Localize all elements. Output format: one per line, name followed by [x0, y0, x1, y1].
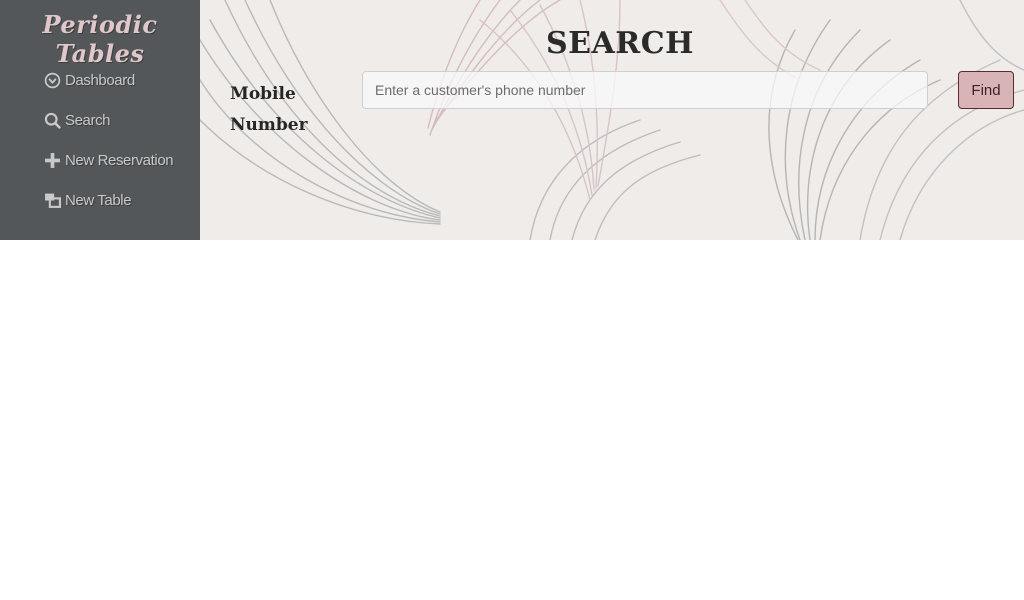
search-icon: [43, 111, 61, 129]
phone-number-input[interactable]: [362, 71, 928, 109]
find-button[interactable]: Find: [958, 71, 1014, 109]
app-shell: Periodic Tables Dashboard Search New Res…: [0, 0, 1024, 240]
sidebar-item-new-reservation[interactable]: New Reservation: [43, 140, 174, 180]
sidebar-item-new-table[interactable]: New Table: [43, 180, 173, 220]
page-title: SEARCH: [546, 26, 694, 61]
dashboard-icon: [43, 71, 61, 89]
sidebar-item-label: Dashboard: [65, 71, 135, 89]
mobile-number-label: Mobile Number: [230, 84, 308, 135]
sidebar-item-dashboard[interactable]: Dashboard: [43, 60, 173, 100]
table-icon: [43, 191, 61, 209]
sidebar: Periodic Tables Dashboard Search New Res…: [0, 0, 200, 240]
search-page: SEARCH Mobile Number Find: [200, 0, 1024, 240]
sidebar-item-label: Search: [65, 111, 111, 129]
sidebar-item-search[interactable]: Search: [43, 100, 173, 140]
sidebar-nav: Dashboard Search New Reservation New Tab…: [43, 60, 174, 220]
sidebar-item-label: New Table: [65, 191, 132, 209]
plus-icon: [43, 151, 61, 169]
sidebar-item-label: New Reservation: [65, 151, 174, 169]
